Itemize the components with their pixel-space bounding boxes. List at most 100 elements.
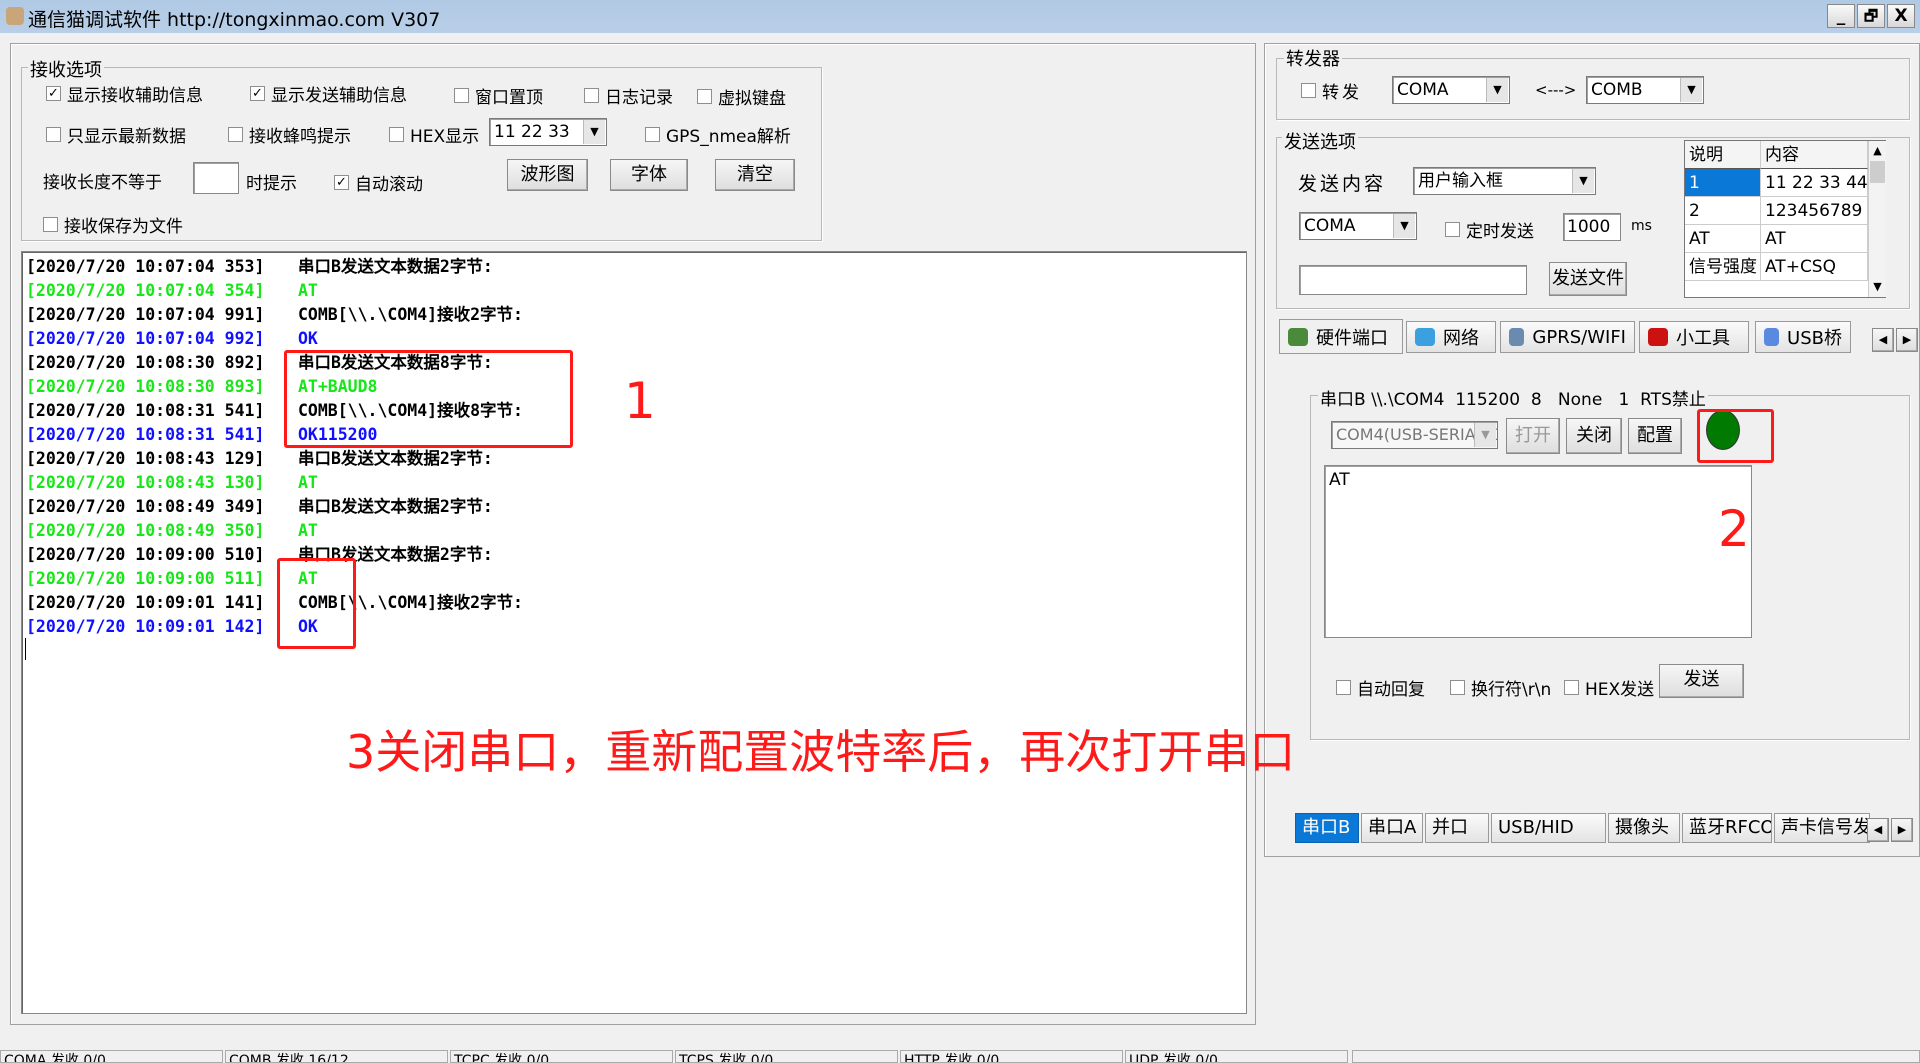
latest-only-checkbox[interactable]: 只显示最新数据 — [46, 122, 186, 147]
log-message: OK — [298, 329, 318, 348]
checkbox-icon — [454, 88, 469, 103]
open-button[interactable]: 打开 — [1506, 418, 1560, 454]
dropdown-arrow-icon[interactable]: ▼ — [1572, 169, 1594, 193]
send-port-combo[interactable]: COMA ▼ — [1299, 212, 1417, 240]
table-cell[interactable]: AT — [1685, 225, 1761, 253]
receive-options-label: 接收选项 — [28, 56, 104, 82]
forward-left-port-combo[interactable]: COMA ▼ — [1392, 76, 1510, 104]
log-message: COMB[\\.\COM4]接收2字节: — [298, 305, 523, 324]
scroll-up-icon[interactable]: ▲ — [1869, 141, 1886, 161]
bottom-tab[interactable]: 串口B — [1295, 813, 1359, 843]
tab-toolbox[interactable]: 小工具 — [1639, 321, 1749, 353]
dropdown-arrow-icon[interactable]: ▼ — [583, 120, 605, 144]
hex-display-checkbox[interactable]: HEX显示 — [389, 122, 479, 147]
serial-status-label: 串口B \\.\COM4 115200 8 None 1 RTS禁止 — [1318, 385, 1708, 410]
scroll-down-icon[interactable]: ▼ — [1869, 277, 1886, 297]
log-line: [2020/7/20 10:08:43 130] AT — [26, 471, 318, 495]
table-cell[interactable]: AT — [1761, 225, 1868, 253]
dropdown-arrow-icon[interactable]: ▼ — [1486, 78, 1508, 102]
close-button[interactable]: X — [1887, 4, 1915, 28]
annotation-box-config — [1697, 409, 1774, 463]
forward-right-port-combo[interactable]: COMB ▼ — [1586, 76, 1704, 104]
serial-port-combo[interactable]: COM4(USB-SERIAL CH ▼ — [1331, 421, 1498, 449]
status-bar-segment: HTTP 发收 0/0 — [900, 1050, 1123, 1063]
window-top-checkbox[interactable]: 窗口置顶 — [454, 83, 543, 108]
font-button[interactable]: 字体 — [610, 159, 688, 191]
length-suffix: 时提示 — [246, 174, 297, 194]
log-line: [2020/7/20 10:09:00 511] AT — [26, 567, 318, 591]
tab-usb[interactable]: USB桥 — [1755, 321, 1851, 353]
beep-checkbox[interactable]: 接收蜂鸣提示 — [228, 122, 351, 147]
log-message: 串口B发送文本数据2字节: — [298, 449, 493, 468]
config-button[interactable]: 配置 — [1628, 418, 1682, 454]
table-cell[interactable]: AT+CSQ — [1761, 253, 1868, 281]
table-cell[interactable]: 信号强度 — [1685, 253, 1761, 281]
bottom-tab[interactable]: 串口A — [1361, 813, 1423, 843]
table-scrollbar[interactable]: ▲ ▼ — [1868, 141, 1886, 297]
checkbox-icon — [1445, 222, 1460, 237]
bottom-tab-scroll-right[interactable]: ▶ — [1891, 818, 1913, 842]
show-send-info-checkbox[interactable]: ✓ 显示发送辅助信息 — [250, 81, 407, 106]
show-recv-info-checkbox[interactable]: ✓ 显示接收辅助信息 — [46, 81, 203, 106]
log-timestamp: [2020/7/20 10:09:01 142] — [26, 617, 265, 636]
log-checkbox[interactable]: 日志记录 — [584, 83, 673, 108]
save-to-file-checkbox[interactable]: 接收保存为文件 — [43, 212, 183, 237]
send-content-combo[interactable]: 用户输入框 ▼ — [1413, 167, 1596, 195]
newline-checkbox[interactable]: 换行符\r\n — [1450, 675, 1551, 700]
hex-send-checkbox[interactable]: HEX发送 — [1564, 675, 1654, 700]
log-timestamp: [2020/7/20 10:07:04 992] — [26, 329, 265, 348]
bottom-tab[interactable]: 蓝牙RFCOMM — [1682, 813, 1772, 843]
send-file-button[interactable]: 发送文件 — [1549, 262, 1627, 296]
log-line: [2020/7/20 10:09:00 510] 串口B发送文本数据2字节: — [26, 543, 493, 567]
file-path-input[interactable] — [1299, 265, 1527, 295]
tab-antenna[interactable]: GPRS/WIFI — [1500, 321, 1635, 353]
dropdown-arrow-icon[interactable]: ▼ — [1393, 214, 1415, 238]
bottom-tab[interactable]: USB/HID — [1491, 813, 1606, 843]
bottom-tab[interactable]: 并口 — [1425, 813, 1489, 843]
dropdown-arrow-icon[interactable]: ▼ — [1680, 78, 1702, 102]
bottom-tab[interactable]: 摄像头 — [1608, 813, 1680, 843]
checkbox-icon — [697, 89, 712, 104]
receive-log[interactable]: [2020/7/20 10:07:04 353] 串口B发送文本数据2字节: [20… — [21, 251, 1247, 1014]
close-port-button[interactable]: 关闭 — [1566, 418, 1622, 454]
checkbox-icon — [1450, 680, 1465, 695]
tab-circuit-board[interactable]: 硬件端口 — [1279, 319, 1403, 354]
tab-network[interactable]: 网络 — [1406, 321, 1496, 353]
auto-scroll-checkbox[interactable]: ✓ 自动滚动 — [334, 170, 423, 195]
gps-checkbox[interactable]: GPS_nmea解析 — [645, 122, 791, 147]
table-cell[interactable]: 2 — [1685, 197, 1761, 225]
send-button[interactable]: 发送 — [1659, 664, 1744, 698]
log-timestamp: [2020/7/20 10:09:01 141] — [26, 593, 265, 612]
forward-checkbox[interactable]: 转发 — [1301, 78, 1362, 103]
bottom-tab[interactable]: 声卡信号发 — [1774, 813, 1870, 843]
checkbox-icon: ✓ — [250, 86, 265, 101]
length-input[interactable] — [193, 162, 239, 194]
table-header[interactable]: 说明 — [1685, 141, 1761, 169]
send-textarea[interactable]: AT — [1324, 465, 1752, 638]
hex-display-combo[interactable]: 11 22 33 ▼ — [489, 118, 607, 146]
bottom-tab-scroll-left[interactable]: ◀ — [1867, 818, 1889, 842]
checkbox-icon: ✓ — [334, 175, 349, 190]
interval-input[interactable]: 1000 — [1563, 213, 1621, 241]
table-header[interactable]: 内容 — [1761, 141, 1868, 169]
send-content-label: 发送内容 — [1298, 173, 1387, 195]
timed-send-checkbox[interactable]: 定时发送 — [1445, 217, 1534, 242]
auto-reply-checkbox[interactable]: 自动回复 — [1336, 675, 1425, 700]
dropdown-arrow-icon[interactable]: ▼ — [1474, 423, 1496, 447]
toolbox-icon — [1648, 328, 1668, 346]
virtual-keyboard-checkbox[interactable]: 虚拟键盘 — [697, 84, 786, 109]
checkbox-label: 自动滚动 — [355, 175, 423, 195]
table-cell[interactable]: 1 — [1685, 169, 1761, 197]
waveform-button[interactable]: 波形图 — [507, 159, 588, 191]
forwarder-label: 转发器 — [1284, 45, 1342, 71]
tab-scroll-left[interactable]: ◀ — [1872, 328, 1894, 352]
restore-button[interactable]: 🗗 — [1857, 4, 1885, 28]
scroll-thumb[interactable] — [1870, 161, 1885, 183]
table-cell[interactable]: 11 22 33 44 55 — [1761, 169, 1868, 197]
tab-scroll-right[interactable]: ▶ — [1896, 328, 1918, 352]
minimize-button[interactable]: _ — [1827, 4, 1855, 28]
clear-button[interactable]: 清空 — [715, 159, 795, 191]
command-table[interactable]: ▲ ▼ 说明内容111 22 33 44 552123456789ATAT信号强… — [1684, 140, 1886, 298]
table-cell[interactable]: 123456789 — [1761, 197, 1868, 225]
status-bar-segment: TCPS 发收 0/0 — [675, 1050, 898, 1063]
